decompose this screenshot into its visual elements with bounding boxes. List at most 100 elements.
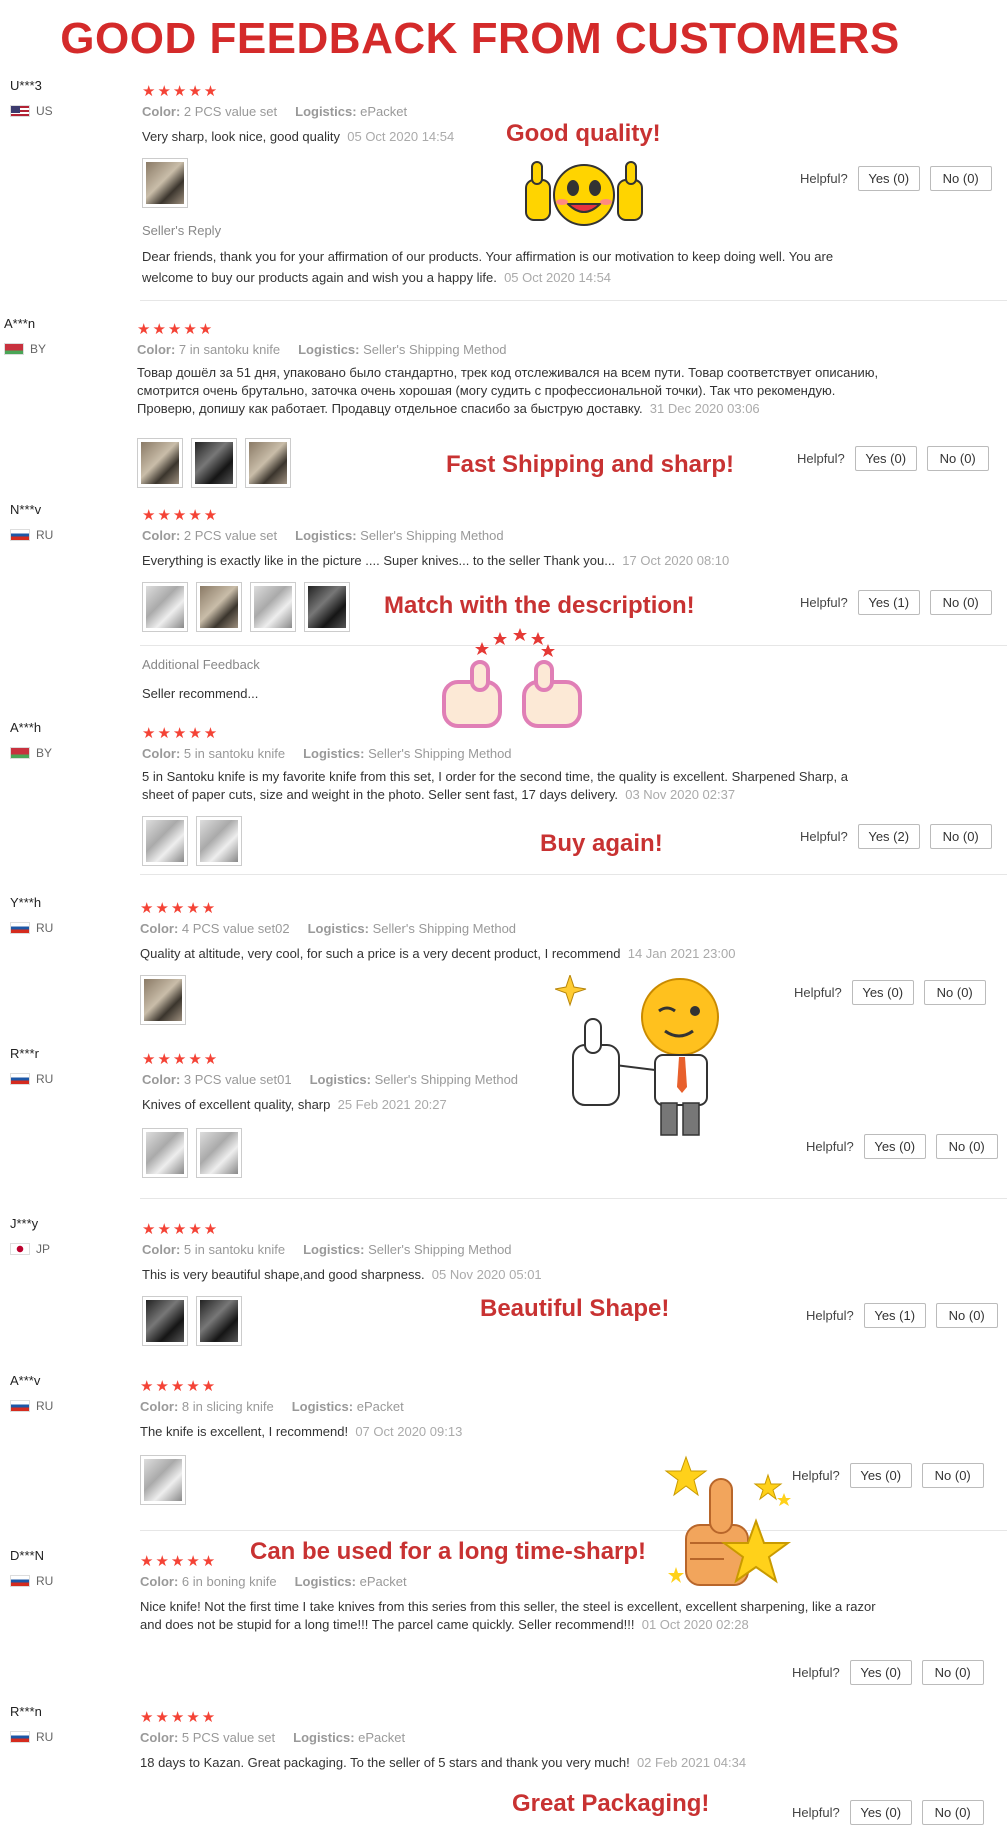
review-photos bbox=[137, 438, 291, 488]
ru-flag-icon bbox=[10, 1731, 30, 1743]
review-text: Товар дошёл за 51 дня, упаковано было ст… bbox=[137, 365, 879, 416]
review-date: 05 Nov 2020 05:01 bbox=[431, 1267, 542, 1282]
promo-good-quality: Good quality! bbox=[506, 120, 661, 147]
happy-thumbs-emoji-icon bbox=[525, 161, 643, 226]
review-meta: Color: 2 PCS value set Logistics: ePacket bbox=[142, 104, 408, 119]
reviewer-country: RU bbox=[10, 1730, 53, 1744]
reviewer-name: N***v bbox=[10, 502, 42, 517]
review-meta: Color: 6 in boning knife Logistics: ePack… bbox=[140, 1574, 407, 1589]
helpful-yes-button[interactable]: Yes (0) bbox=[863, 1134, 926, 1159]
review-meta: Color: 7 in santoku knife Logistics: Sell… bbox=[137, 342, 507, 357]
rating-stars: ★★★★★ bbox=[140, 1377, 218, 1395]
reviewer-name: Y***h bbox=[10, 895, 42, 910]
rating-stars: ★★★★★ bbox=[142, 1050, 220, 1068]
us-flag-icon bbox=[10, 105, 30, 117]
review-photo[interactable] bbox=[304, 582, 350, 632]
review-text: Nice knife! Not the first time I take kn… bbox=[140, 1599, 876, 1632]
helpful-yes-button[interactable]: Yes (0) bbox=[851, 980, 914, 1005]
reviewer-name: A***h bbox=[10, 720, 42, 735]
review-photo[interactable] bbox=[245, 438, 291, 488]
reviewer-country: BY bbox=[4, 342, 46, 356]
review-date: 14 Jan 2021 23:00 bbox=[627, 946, 736, 961]
promo-fast-shipping: Fast Shipping and sharp! bbox=[446, 451, 735, 478]
clapping-thumbs-icon bbox=[442, 628, 582, 728]
review-text: 5 in Santoku knife is my favorite knife … bbox=[142, 769, 848, 802]
helpful-yes-button[interactable]: Yes (0) bbox=[857, 166, 920, 191]
reviewer-name: R***r bbox=[10, 1046, 39, 1061]
helpful-no-button[interactable]: No (0) bbox=[935, 1303, 998, 1328]
helpful-yes-button[interactable]: Yes (2) bbox=[857, 824, 920, 849]
rating-stars: ★★★★★ bbox=[140, 1708, 218, 1726]
helpful-no-button[interactable]: No (0) bbox=[929, 166, 992, 191]
helpful-yes-button[interactable]: Yes (1) bbox=[863, 1303, 926, 1328]
review-photo[interactable] bbox=[142, 1128, 188, 1178]
review-photo[interactable] bbox=[140, 975, 186, 1025]
divider bbox=[140, 1530, 1007, 1531]
helpful-controls: Helpful? Yes (0) No (0) bbox=[800, 166, 992, 191]
divider bbox=[140, 1198, 1007, 1199]
helpful-no-button[interactable]: No (0) bbox=[935, 1134, 998, 1159]
review-photos bbox=[140, 1455, 186, 1505]
helpful-no-button[interactable]: No (0) bbox=[929, 590, 992, 615]
promo-buy-again: Buy again! bbox=[540, 830, 663, 857]
review-meta: Color: 5 in santoku knife Logistics: Sell… bbox=[142, 746, 512, 761]
helpful-no-button[interactable]: No (0) bbox=[929, 824, 992, 849]
reviewer-name: J***y bbox=[10, 1216, 39, 1231]
promo-great-packaging: Great Packaging! bbox=[512, 1790, 710, 1817]
reviewer-country: RU bbox=[10, 1399, 53, 1413]
review-photo[interactable] bbox=[142, 816, 188, 866]
review-photo[interactable] bbox=[142, 1296, 188, 1346]
ru-flag-icon bbox=[10, 529, 30, 541]
helpful-no-button[interactable]: No (0) bbox=[926, 446, 989, 471]
review-photos bbox=[142, 582, 350, 632]
helpful-no-button[interactable]: No (0) bbox=[923, 980, 986, 1005]
review-photo[interactable] bbox=[137, 438, 183, 488]
helpful-yes-button[interactable]: Yes (0) bbox=[849, 1660, 912, 1685]
additional-feedback-label: Additional Feedback bbox=[142, 657, 260, 672]
divider bbox=[140, 300, 1007, 301]
review-photos bbox=[142, 816, 242, 866]
reviewer-name: A***n bbox=[4, 316, 36, 331]
review-photos bbox=[142, 1128, 242, 1178]
review-photo[interactable] bbox=[140, 1455, 186, 1505]
helpful-yes-button[interactable]: Yes (0) bbox=[849, 1463, 912, 1488]
jp-flag-icon bbox=[10, 1243, 30, 1255]
promo-match-description: Match with the description! bbox=[384, 592, 695, 619]
helpful-yes-button[interactable]: Yes (0) bbox=[849, 1800, 912, 1825]
review-photo[interactable] bbox=[142, 582, 188, 632]
helpful-controls: Helpful? Yes (0) No (0) bbox=[792, 1800, 984, 1825]
reviewer-country: US bbox=[10, 104, 53, 118]
review-meta: Color: 3 PCS value set01 Logistics: Selle… bbox=[142, 1072, 519, 1087]
review-date: 25 Feb 2021 20:27 bbox=[337, 1097, 447, 1112]
review-photo[interactable] bbox=[142, 158, 188, 208]
review-photos bbox=[140, 975, 186, 1025]
helpful-no-button[interactable]: No (0) bbox=[921, 1800, 984, 1825]
rating-stars: ★★★★★ bbox=[140, 899, 218, 917]
helpful-no-button[interactable]: No (0) bbox=[921, 1660, 984, 1685]
review-photo[interactable] bbox=[196, 582, 242, 632]
reviewer-country: RU bbox=[10, 921, 53, 935]
review-date: 31 Dec 2020 03:06 bbox=[649, 401, 760, 416]
by-flag-icon bbox=[4, 343, 24, 355]
review-meta: Color: 4 PCS value set02 Logistics: Selle… bbox=[140, 921, 517, 936]
reviewer-name: U***3 bbox=[10, 78, 42, 93]
review-date: 02 Feb 2021 04:34 bbox=[636, 1755, 747, 1770]
review-photo[interactable] bbox=[196, 816, 242, 866]
promo-long-time-sharp: Can be used for a long time-sharp! bbox=[250, 1538, 647, 1565]
review-photo[interactable] bbox=[196, 1128, 242, 1178]
by-flag-icon bbox=[10, 747, 30, 759]
helpful-controls: Helpful? Yes (1) No (0) bbox=[806, 1303, 998, 1328]
review-photo[interactable] bbox=[250, 582, 296, 632]
helpful-yes-button[interactable]: Yes (1) bbox=[857, 590, 920, 615]
seller-reply-text: Dear friends, thank you for your affirma… bbox=[142, 249, 834, 285]
page-headline: GOOD FEEDBACK FROM CUSTOMERS bbox=[60, 14, 900, 63]
review-photo[interactable] bbox=[191, 438, 237, 488]
review-photo[interactable] bbox=[196, 1296, 242, 1346]
helpful-yes-button[interactable]: Yes (0) bbox=[854, 446, 917, 471]
helpful-controls: Helpful? Yes (0) No (0) bbox=[792, 1463, 984, 1488]
review-text: Quality at altitude, very cool, for such… bbox=[140, 946, 736, 961]
rating-stars: ★★★★★ bbox=[142, 1220, 220, 1238]
helpful-no-button[interactable]: No (0) bbox=[921, 1463, 984, 1488]
rating-stars: ★★★★★ bbox=[142, 82, 220, 100]
review-text: This is very beautiful shape,and good sh… bbox=[142, 1267, 542, 1282]
